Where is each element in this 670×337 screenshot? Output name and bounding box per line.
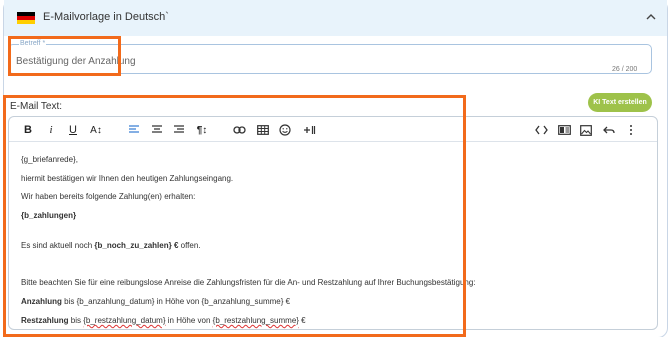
more-icon[interactable] [624,124,638,136]
german-flag-icon [17,12,35,24]
subject-char-counter: 26 / 200 [612,66,638,73]
accordion-header[interactable]: E-Mailvorlage in Deutsch` [4,0,667,36]
highlight-box-email-text [3,95,466,337]
highlight-box-subject [8,36,121,76]
ai-text-button[interactable]: KI Text erstellen [588,93,652,112]
block-icon[interactable] [557,124,571,136]
undo-icon[interactable] [602,124,616,136]
chevron-up-icon[interactable] [645,11,657,23]
image-icon[interactable] [579,124,593,136]
accordion-title: E-Mailvorlage in Deutsch` [43,11,169,23]
code-view-icon[interactable] [534,124,548,136]
